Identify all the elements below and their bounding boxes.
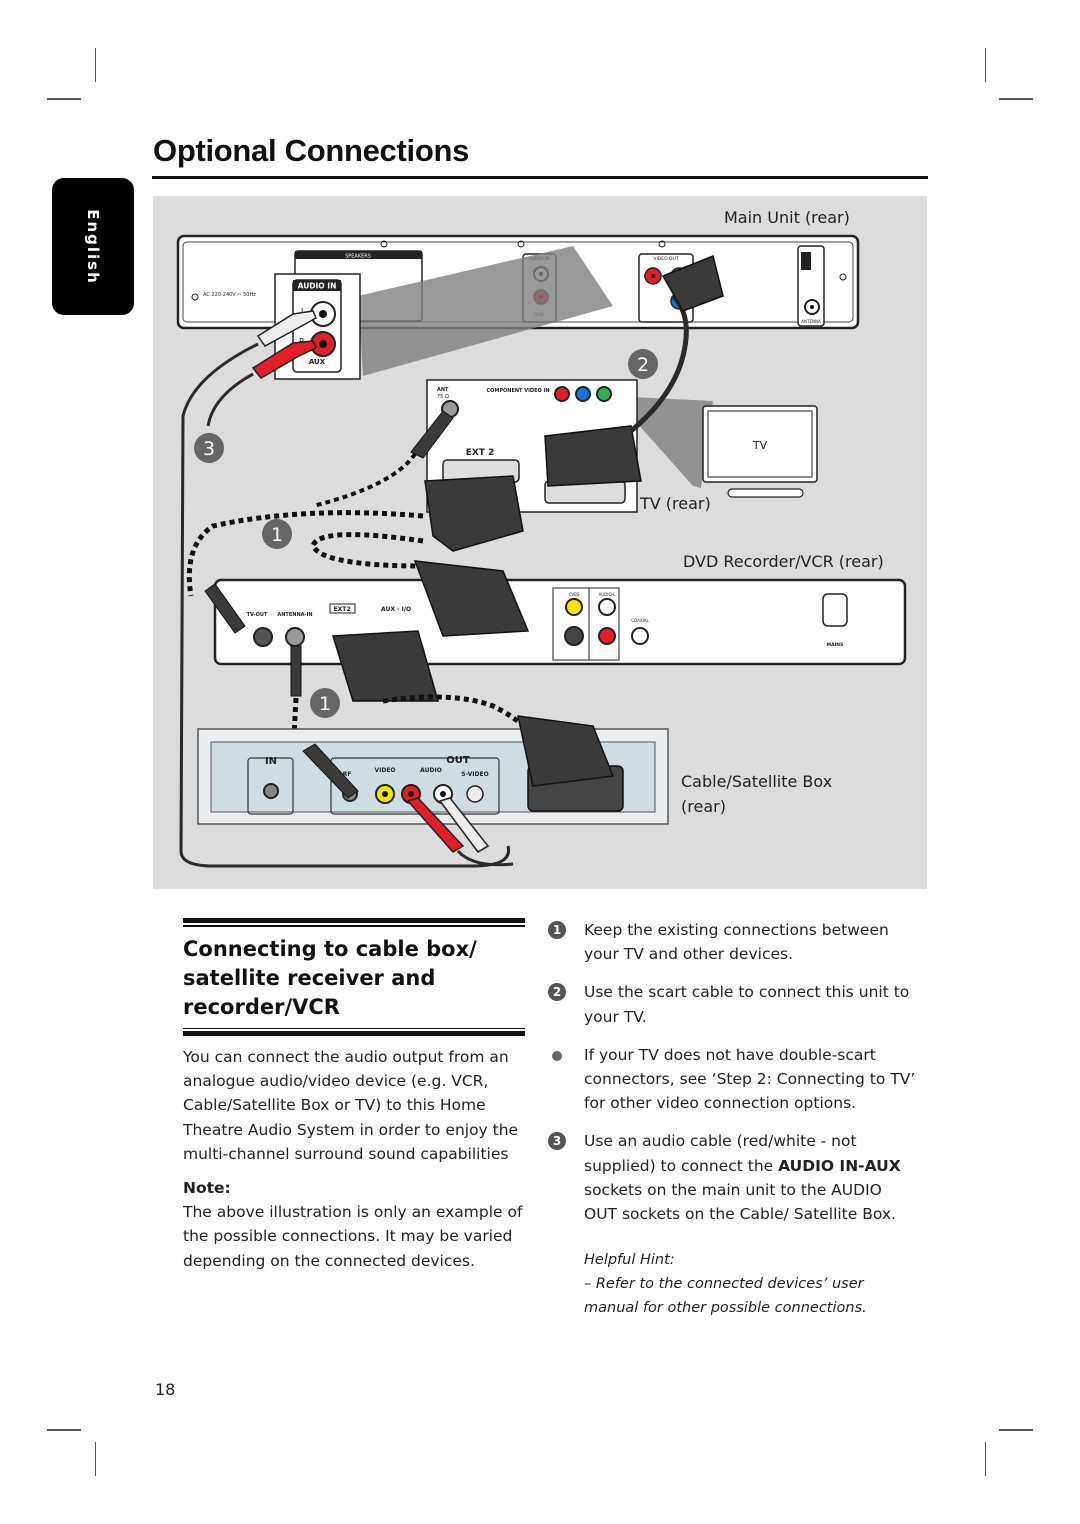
dvd-recorder-rear-panel: TV-OUT ANTENNA-IN EXT2 AUX - I/O CVBS AU… — [213, 578, 907, 666]
crop-mark — [47, 98, 81, 100]
svg-text:2: 2 — [637, 354, 649, 376]
steps-column: 1 Keep the existing connections between … — [548, 918, 918, 1320]
svg-text:AUDIO: AUDIO — [420, 767, 442, 774]
svg-text:75 Ω: 75 Ω — [437, 394, 449, 400]
note-text: The above illustration is only an exampl… — [183, 1203, 523, 1270]
step-text: Use the scart cable to connect this unit… — [584, 983, 910, 1026]
svg-text:1: 1 — [319, 693, 331, 715]
language-label: English — [84, 208, 102, 285]
section-heading-block: Connecting to cable box/ satellite recei… — [183, 918, 525, 1036]
crop-mark — [985, 48, 986, 82]
power-label: AC 220-240V ~ 50Hz — [203, 292, 256, 298]
crop-mark — [999, 1429, 1033, 1431]
section-heading: Connecting to cable box/ satellite recei… — [183, 936, 477, 1019]
tv-rear-label: TV (rear) — [640, 494, 711, 513]
page-title: Optional Connections — [153, 133, 470, 168]
svg-text:VIDEO: VIDEO — [374, 767, 395, 774]
svg-text:IN: IN — [265, 756, 277, 767]
hint-title: Helpful Hint: — [584, 1252, 675, 1269]
bullet-note: If your TV does not have double-scart co… — [548, 1043, 918, 1116]
step-text: Keep the existing connections between yo… — [584, 921, 889, 964]
svg-text:1: 1 — [271, 524, 283, 546]
heading-rule-top — [183, 918, 525, 923]
svg-text:AUDIO-L: AUDIO-L — [599, 592, 617, 597]
svg-text:CVBS: CVBS — [569, 592, 580, 597]
svg-text:3: 3 — [203, 438, 215, 460]
step-bold-term: AUDIO IN-AUX — [778, 1156, 901, 1175]
tv-icon: TV — [702, 405, 818, 498]
hint-text: – Refer to the connected devices’ user m… — [584, 1276, 867, 1317]
crop-mark — [985, 1442, 986, 1476]
crop-mark — [95, 48, 96, 82]
page-number: 18 — [155, 1380, 176, 1399]
svg-text:ANT: ANT — [437, 387, 449, 393]
svg-text:AUX - I/O: AUX - I/O — [381, 606, 411, 613]
speakers-label: SPEAKERS — [345, 254, 371, 260]
step-1: 1 Keep the existing connections between … — [548, 918, 918, 966]
step-marker-1: 1 — [262, 519, 292, 549]
note-title: Note: — [183, 1179, 231, 1198]
helpful-hint: Helpful Hint: – Refer to the connected d… — [548, 1248, 918, 1320]
cable-box-label: Cable/Satellite Box (rear) — [681, 772, 833, 816]
step-marker-3: 3 — [194, 433, 224, 463]
step-marker-1-lower: 1 — [310, 688, 340, 718]
connection-diagram: AC 220-240V ~ 50Hz SPEAKERS AUDIO IN AUX… — [153, 196, 927, 889]
step-3: 3 Use an audio cable (red/white - not su… — [548, 1129, 918, 1226]
bullet-text: If your TV does not have double-scart co… — [584, 1045, 916, 1113]
step-marker-2: 2 — [628, 349, 658, 379]
heading-rule-bottom — [183, 1031, 525, 1036]
language-tab: English — [52, 178, 134, 315]
step-number-badge: 3 — [548, 1132, 566, 1151]
svg-text:TV: TV — [752, 439, 768, 452]
svg-text:COAXIAL: COAXIAL — [631, 618, 649, 623]
crop-mark — [95, 1442, 96, 1476]
svg-text:EXT 2: EXT 2 — [466, 448, 495, 458]
svg-text:ANTENNA-IN: ANTENNA-IN — [277, 612, 312, 618]
svg-text:AUDIO IN: AUDIO IN — [298, 282, 337, 291]
intro-text: You can connect the audio output from an… — [183, 1048, 519, 1163]
svg-text:S-VIDEO: S-VIDEO — [461, 771, 488, 778]
step-number-badge: 1 — [548, 921, 566, 939]
main-unit-label: Main Unit (rear) — [724, 208, 850, 227]
svg-text:ANTENNA: ANTENNA — [801, 319, 821, 324]
svg-text:COMPONENT VIDEO IN: COMPONENT VIDEO IN — [486, 388, 549, 394]
svg-text:MAINS: MAINS — [827, 642, 844, 648]
dvd-recorder-label: DVD Recorder/VCR (rear) — [683, 552, 884, 571]
svg-text:TV-OUT: TV-OUT — [247, 612, 268, 618]
svg-text:OUT: OUT — [446, 755, 470, 766]
svg-text:AUX: AUX — [309, 358, 326, 366]
step-2: 2 Use the scart cable to connect this un… — [548, 980, 918, 1028]
intro-column: You can connect the audio output from an… — [183, 1045, 528, 1273]
svg-text:EXT2: EXT2 — [334, 606, 351, 613]
title-divider — [152, 176, 928, 179]
crop-mark — [999, 98, 1033, 100]
step-number-badge: 2 — [548, 983, 566, 1002]
bullet-icon — [552, 1050, 562, 1061]
crop-mark — [47, 1429, 81, 1431]
svg-text:VIDEO OUT: VIDEO OUT — [653, 256, 679, 262]
